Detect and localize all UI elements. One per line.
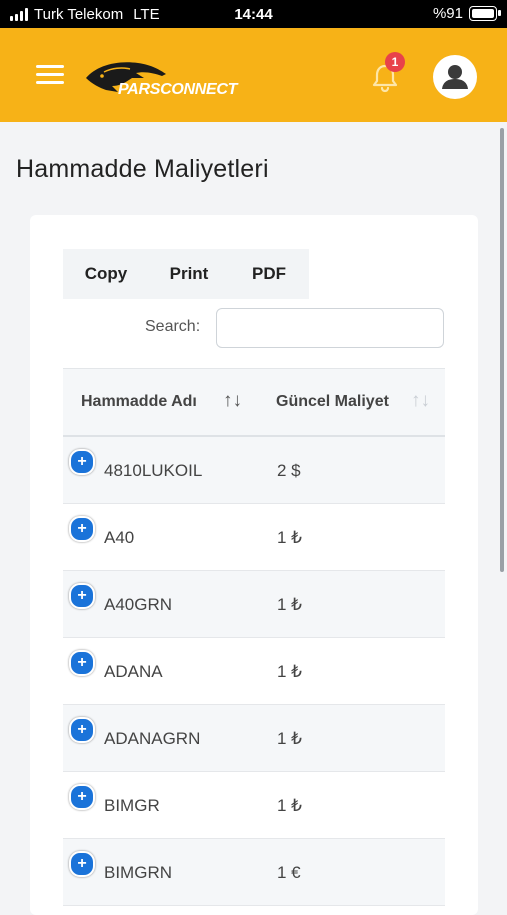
material-name-cell: 4810LUKOIL (104, 461, 203, 480)
status-bar: Turk Telekom LTE 14:44 %91 (0, 0, 507, 28)
page-title: Hammadde Maliyetleri (16, 155, 269, 183)
table-row[interactable]: + A40 1 ₺ (63, 504, 445, 571)
sort-arrows-icon[interactable]: ↑↓ (223, 390, 242, 412)
material-name-cell: A40 (104, 528, 135, 547)
page-scrollbar[interactable] (500, 128, 504, 572)
column-header-current-cost[interactable]: Güncel Maliyet (276, 393, 389, 411)
material-name-cell: ADANAGRN (104, 729, 201, 748)
battery-percent: %91 (432, 5, 463, 22)
battery-icon (469, 6, 501, 21)
app-header: PARSCONNECT 1 (0, 28, 507, 122)
table-row[interactable]: + BIMGRN 1 € (63, 839, 445, 906)
column-header-material-name[interactable]: Hammadde Adı (81, 393, 197, 411)
status-time: 14:44 (234, 6, 273, 23)
table-row[interactable]: + BIMGR 1 ₺ (63, 772, 445, 839)
current-cost-cell: 2 $ (277, 461, 301, 480)
cost-table: Hammadde Adı ↑↓ Güncel Maliyet ↑↓ + 4810… (63, 368, 445, 906)
status-right: %91 (432, 5, 501, 22)
search-input[interactable] (216, 308, 444, 348)
current-cost-cell: 1 ₺ (277, 729, 302, 748)
print-button[interactable]: Print (149, 249, 229, 299)
copy-button[interactable]: Copy (63, 249, 149, 299)
material-name-cell: BIMGRN (104, 863, 172, 882)
table-row[interactable]: + ADANA 1 ₺ (63, 638, 445, 705)
notification-badge: 1 (385, 52, 405, 72)
material-name-cell: BIMGR (104, 796, 160, 815)
export-button-group: Copy Print PDF (63, 249, 309, 299)
current-cost-cell: 1 ₺ (277, 595, 302, 614)
table-row[interactable]: + A40GRN 1 ₺ (63, 571, 445, 638)
current-cost-cell: 1 ₺ (277, 528, 302, 547)
table-row[interactable]: + ADANAGRN 1 ₺ (63, 705, 445, 772)
plus-circle-icon[interactable]: + (69, 449, 95, 475)
search-label: Search: (145, 318, 201, 335)
user-avatar-icon[interactable] (433, 55, 477, 99)
plus-circle-icon[interactable]: + (69, 516, 95, 542)
plus-circle-icon[interactable]: + (69, 583, 95, 609)
sort-arrows-icon[interactable]: ↑↓ (411, 390, 430, 412)
current-cost-cell: 1 ₺ (277, 796, 302, 815)
table-row[interactable]: + 4810LUKOIL 2 $ (63, 437, 445, 504)
plus-circle-icon[interactable]: + (69, 650, 95, 676)
brand-name: PARSCONNECT (118, 81, 238, 98)
material-name-cell: ADANA (104, 662, 163, 681)
plus-circle-icon[interactable]: + (69, 717, 95, 743)
current-cost-cell: 1 € (277, 863, 301, 882)
current-cost-cell: 1 ₺ (277, 662, 302, 681)
pdf-button[interactable]: PDF (229, 249, 309, 299)
hamburger-menu-icon[interactable] (36, 65, 64, 85)
plus-circle-icon[interactable]: + (69, 851, 95, 877)
plus-circle-icon[interactable]: + (69, 784, 95, 810)
material-name-cell: A40GRN (104, 595, 173, 614)
table-header: Hammadde Adı ↑↓ Güncel Maliyet ↑↓ (63, 368, 445, 437)
